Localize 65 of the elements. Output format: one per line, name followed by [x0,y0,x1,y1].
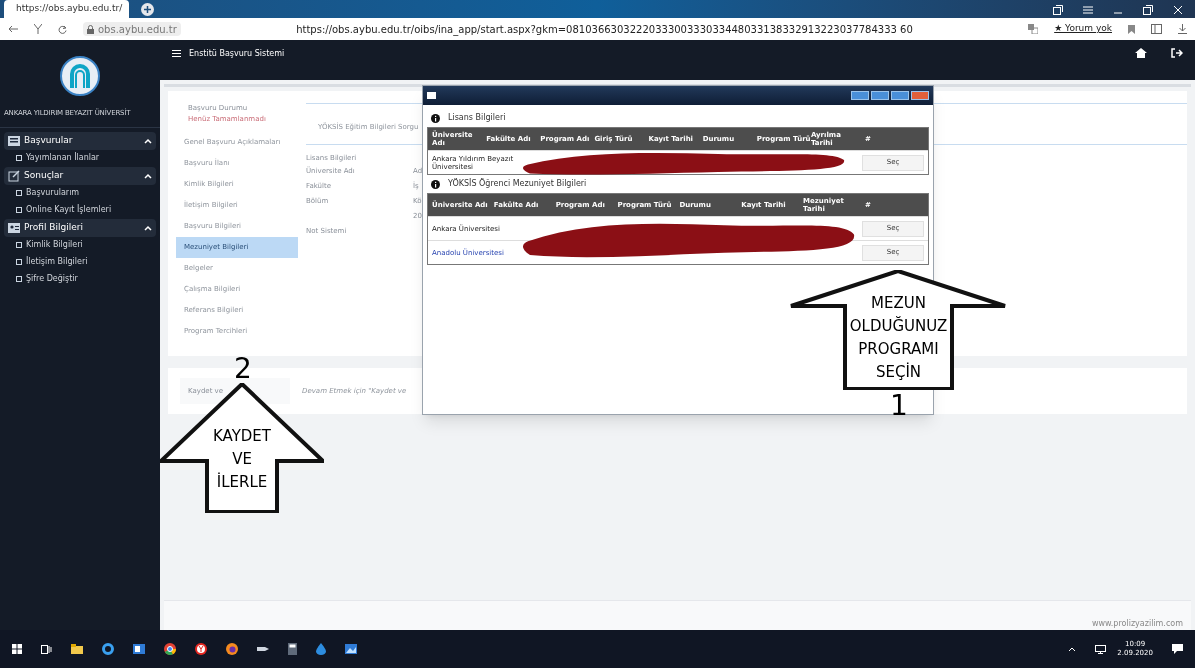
annotation-text: SEÇİN [875,361,922,383]
chevron-icon [144,224,152,231]
menu-group[interactable]: Başvurular [4,131,156,150]
edit-icon [8,169,20,182]
comments-link[interactable]: ★ Yorum yok [1054,22,1112,36]
windows-icon[interactable] [12,644,22,654]
yandex-icon[interactable] [195,643,207,655]
chevron-icon[interactable] [1068,646,1077,652]
photos-icon[interactable] [345,644,357,654]
menu-item[interactable]: Yayımlanan İlanlar [0,149,160,167]
app-title: Enstitü Başvuru Sistemi [189,48,285,60]
menu-item[interactable]: Başvurularım [0,184,160,202]
firefox-icon[interactable] [226,643,238,655]
menu-group[interactable]: Sonuçlar [4,166,156,185]
lock-icon [87,24,94,34]
step-number: 1 [890,392,908,420]
section-title: YÖKSİS Öğrenci Mezuniyet Bilgileri [448,178,587,190]
menu-icon[interactable] [172,50,181,57]
info-icon [431,113,440,123]
chevron-icon [144,137,152,144]
calculator-icon[interactable] [288,643,297,655]
mail-icon[interactable] [133,644,145,654]
sidebar-icon[interactable] [1151,24,1162,34]
notification-icon[interactable] [1172,644,1183,654]
tabs-icon[interactable] [1053,5,1063,15]
translate-icon[interactable] [1028,24,1039,34]
folder-icon[interactable] [71,644,83,654]
drop-icon[interactable] [316,643,326,655]
annotation-text: MEZUN [871,293,926,314]
menu-item[interactable]: Kimlik Bilgileri [0,236,160,254]
network-icon[interactable] [1095,644,1107,654]
menu-item[interactable]: Online Kayıt İşlemleri [0,201,160,219]
menu-item[interactable]: Şifre Değiştir [0,270,160,288]
close-icon[interactable] [1173,5,1183,15]
info-icon [431,179,440,189]
menu-group[interactable]: Profil Bilgileri [4,218,156,237]
section-title: Lisans Bilgileri [448,112,506,124]
annotation-text: İLERLE [216,471,268,493]
list-icon [8,135,20,146]
annotation-text: VE [232,449,252,470]
restore-icon[interactable] [1143,5,1153,15]
menu-item[interactable]: İletişim Bilgileri [0,253,160,271]
annotation-text: KAYDET [213,426,271,447]
browser-logo-icon[interactable] [34,24,42,34]
url-text[interactable]: https://obs.aybu.edu.tr/oibs/ina_app/start.aspx?gkm=0810366303222033300333033448033138332913223037784333 60 [296,21,913,37]
reload-icon[interactable] [58,24,67,34]
annotation-text: PROGRAMI [858,339,939,360]
home-icon[interactable] [1135,48,1147,58]
university-logo [60,56,100,96]
chrome-icon[interactable] [164,643,176,655]
footer-credit: www.prolizyazilim.com [1091,618,1183,630]
bookmark-icon[interactable] [1128,24,1135,34]
download-icon[interactable] [1178,24,1187,34]
window-icon [427,92,436,99]
logout-icon[interactable] [1171,48,1183,58]
chevron-icon [144,172,152,179]
new-tab-icon[interactable] [141,3,154,16]
back-icon[interactable] [8,25,18,33]
id-card-icon [8,222,20,233]
domain-chip[interactable]: obs.aybu.edu.tr [83,22,181,36]
arrow-icon[interactable] [257,645,269,653]
edge-icon[interactable] [102,643,114,655]
browser-tab[interactable]: https://obs.aybu.edu.tr/ [4,0,129,18]
task-view-icon[interactable] [41,644,52,654]
annotation-text: OLDUĞUNUZ [849,315,948,337]
